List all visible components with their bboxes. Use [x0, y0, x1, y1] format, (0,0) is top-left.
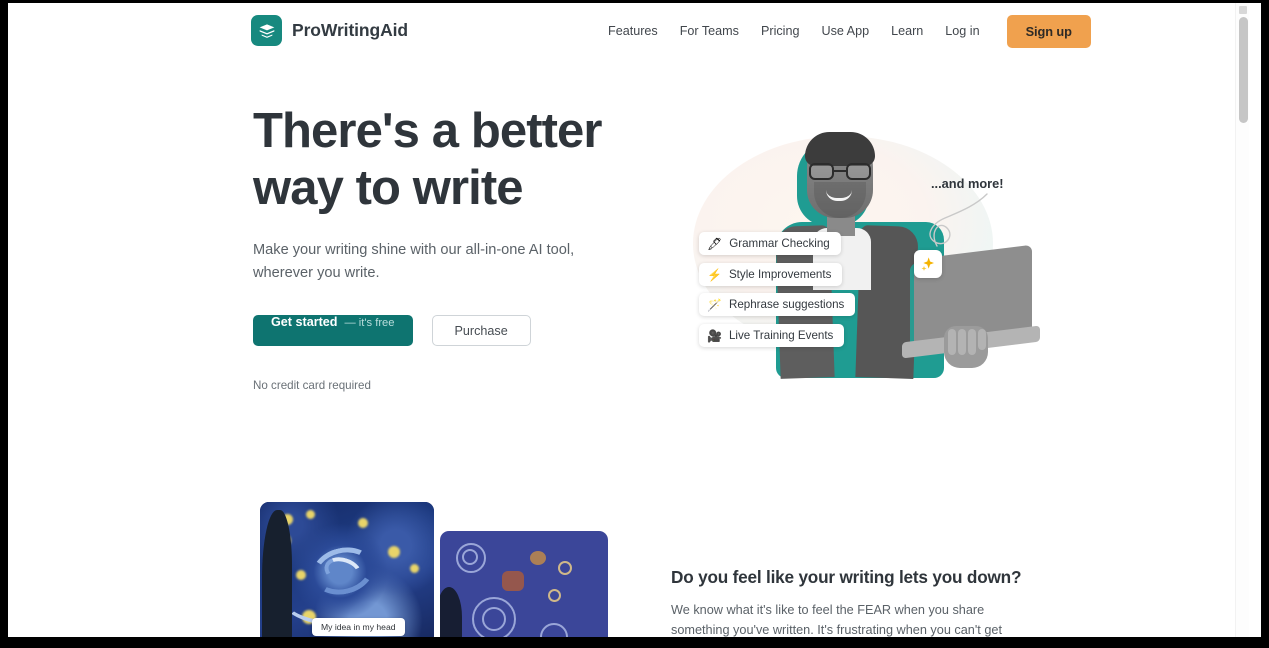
star	[358, 518, 368, 528]
get-started-button[interactable]: Get started — it's free	[253, 315, 413, 346]
writing-comparison-graphic: My idea in my head	[260, 502, 608, 640]
callout-squiggle-icon	[929, 193, 988, 247]
brand-logo-link[interactable]: ProWritingAid	[251, 15, 408, 46]
glasses-bridge	[834, 170, 846, 173]
hair	[805, 132, 875, 166]
get-started-note: — it's free	[344, 317, 395, 329]
nav-item-use-app[interactable]: Use App	[821, 18, 869, 44]
get-started-label: Get started	[271, 315, 338, 329]
brand-name: ProWritingAid	[292, 20, 409, 40]
hero-heading: There's a better way to write	[253, 104, 602, 215]
lower-section-body: We know what it's like to feel the FEAR …	[671, 603, 1002, 637]
star-blob	[502, 571, 524, 591]
video-camera-icon: 🎥	[707, 328, 722, 343]
nav-item-learn[interactable]: Learn	[891, 18, 923, 44]
finger	[958, 329, 966, 355]
feature-pill-rephrase-suggestions[interactable]: 🪄 Rephrase suggestions	[699, 293, 856, 316]
window-bottom-edge	[0, 637, 1269, 648]
feature-pill-live-training-events[interactable]: 🎥 Live Training Events	[699, 324, 845, 347]
nav-item-log-in[interactable]: Log in	[945, 18, 979, 44]
star	[296, 570, 306, 580]
feature-pill-grammar-checking[interactable]: 🖋 Grammar Checking	[699, 232, 841, 255]
spiral	[558, 561, 572, 575]
hero-copy: There's a better way to write Make your …	[253, 103, 613, 392]
spiral	[462, 549, 478, 565]
nav-item-features[interactable]: Features	[608, 18, 658, 44]
main-navigation: Features For Teams Pricing Use App Learn…	[608, 3, 1091, 59]
purchase-button[interactable]: Purchase	[431, 315, 531, 346]
feature-pill-label: Grammar Checking	[729, 237, 830, 250]
hero-illustration: 🖋 Grammar Checking ⚡ Style Improvements …	[673, 108, 1040, 388]
star	[306, 510, 315, 519]
flat-cypress-tree	[440, 587, 462, 640]
star-blob	[530, 551, 546, 565]
hero-cta-group: Get started — it's free Purchase	[253, 315, 613, 346]
site-header: ProWritingAid Features For Teams Pricing…	[8, 3, 1249, 59]
lightning-bolt-icon: ⚡	[707, 267, 722, 282]
star	[410, 564, 419, 573]
glasses-icon	[809, 163, 871, 180]
no-credit-card-note: No credit card required	[253, 379, 371, 392]
finger	[968, 329, 976, 355]
glasses-lens-right	[846, 163, 871, 180]
cypress-tree	[262, 510, 292, 640]
vertical-scrollbar[interactable]	[1235, 3, 1249, 640]
hand	[944, 326, 988, 368]
feather-pen-icon: 🖋	[707, 236, 723, 251]
spiral	[548, 589, 561, 602]
flat-illustration-card	[440, 531, 608, 640]
browser-viewport: ProWritingAid Features For Teams Pricing…	[8, 3, 1261, 640]
starry-night-painting: My idea in my head	[260, 502, 434, 640]
glasses-lens-left	[809, 163, 834, 180]
finger	[948, 329, 956, 355]
page-content: ProWritingAid Features For Teams Pricing…	[8, 3, 1249, 640]
spiral	[482, 607, 506, 631]
feature-pill-label: Rephrase suggestions	[728, 298, 845, 311]
and-more-label: ...and more!	[931, 176, 1004, 191]
scrollbar-thumb[interactable]	[1239, 17, 1248, 123]
finger	[978, 329, 986, 350]
scroll-up-arrow-icon[interactable]	[1239, 6, 1247, 14]
feature-pill-label: Style Improvements	[728, 268, 832, 281]
lower-section-heading: Do you feel like your writing lets you d…	[671, 567, 1022, 587]
nav-item-pricing[interactable]: Pricing	[761, 18, 800, 44]
feature-pill-style-improvements[interactable]: ⚡ Style Improvements	[699, 263, 843, 286]
painting-caption: My idea in my head	[312, 618, 405, 636]
lower-section-copy: Do you feel like your writing lets you d…	[671, 567, 1023, 640]
feature-pill-label: Live Training Events	[728, 329, 834, 342]
hero-subheading: Make your writing shine with our all-in-…	[253, 242, 575, 281]
nav-item-for-teams[interactable]: For Teams	[680, 18, 739, 44]
sign-up-button[interactable]: Sign up	[1006, 14, 1091, 48]
book-pages-icon	[251, 15, 282, 46]
magic-wand-icon: 🪄	[707, 297, 722, 312]
star	[388, 546, 400, 558]
